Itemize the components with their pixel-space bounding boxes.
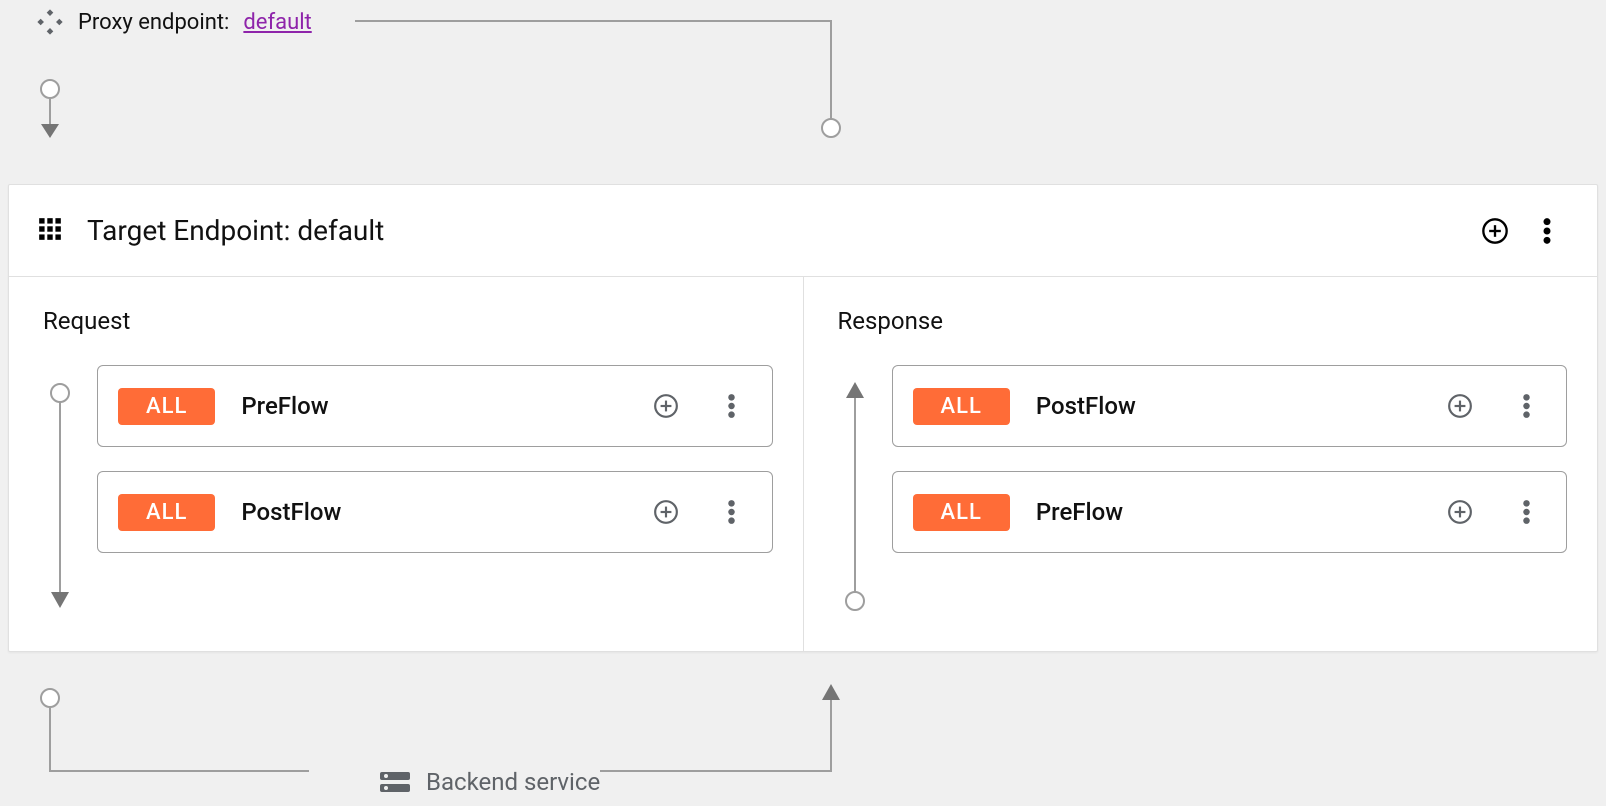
backend-service-icon	[380, 770, 410, 794]
connector-node	[40, 688, 60, 708]
response-title: Response	[838, 307, 1568, 335]
flow-name: PostFlow	[241, 498, 341, 526]
backend-service-row: Backend service	[380, 768, 600, 796]
flow-item[interactable]: ALL PreFlow	[892, 471, 1568, 553]
request-title: Request	[43, 307, 773, 335]
proxy-endpoint-label: Proxy endpoint:	[78, 10, 229, 35]
arrow-up-icon	[822, 684, 840, 700]
add-policy-button[interactable]	[1440, 386, 1480, 426]
flow-item[interactable]: ALL PreFlow	[97, 365, 773, 447]
request-column: Request ALL PreFlow ALL PostFlow	[9, 277, 803, 651]
arrow-down-icon	[41, 124, 59, 140]
proxy-endpoint-row: Proxy endpoint: default	[36, 8, 312, 36]
connector-line	[830, 698, 832, 772]
proxy-endpoint-icon	[36, 8, 64, 36]
endpoint-menu-button[interactable]	[1525, 209, 1569, 253]
flow-menu-button[interactable]	[712, 386, 752, 426]
connector-line	[49, 708, 51, 770]
response-column: Response ALL PostFlow ALL PreFlow	[803, 277, 1598, 651]
connector-node	[40, 79, 60, 99]
flow-name: PostFlow	[1036, 392, 1136, 420]
add-endpoint-button[interactable]	[1473, 209, 1517, 253]
response-flow-arrow	[844, 382, 866, 612]
flow-name: PreFlow	[241, 392, 328, 420]
backend-service-label: Backend service	[426, 768, 600, 796]
connector-line	[49, 770, 309, 772]
flow-name: PreFlow	[1036, 498, 1123, 526]
request-flow-arrow	[49, 382, 71, 612]
proxy-endpoint-link[interactable]: default	[243, 10, 311, 35]
add-policy-button[interactable]	[1440, 492, 1480, 532]
flow-item[interactable]: ALL PostFlow	[97, 471, 773, 553]
flow-badge: ALL	[913, 388, 1010, 425]
grid-icon	[37, 216, 63, 246]
connector-node	[821, 118, 841, 138]
flow-badge: ALL	[118, 388, 215, 425]
flow-menu-button[interactable]	[712, 492, 752, 532]
flow-badge: ALL	[913, 494, 1010, 531]
target-endpoint-title: Target Endpoint: default	[87, 214, 384, 247]
add-policy-button[interactable]	[646, 492, 686, 532]
connector-line	[830, 20, 832, 120]
flow-menu-button[interactable]	[1506, 492, 1546, 532]
connector-line	[600, 770, 832, 772]
add-policy-button[interactable]	[646, 386, 686, 426]
flow-badge: ALL	[118, 494, 215, 531]
flow-menu-button[interactable]	[1506, 386, 1546, 426]
connector-line	[355, 20, 832, 22]
target-endpoint-header: Target Endpoint: default	[9, 185, 1597, 277]
flow-item[interactable]: ALL PostFlow	[892, 365, 1568, 447]
target-endpoint-card: Target Endpoint: default Request ALL Pre…	[8, 184, 1598, 652]
connector-line	[49, 99, 51, 127]
